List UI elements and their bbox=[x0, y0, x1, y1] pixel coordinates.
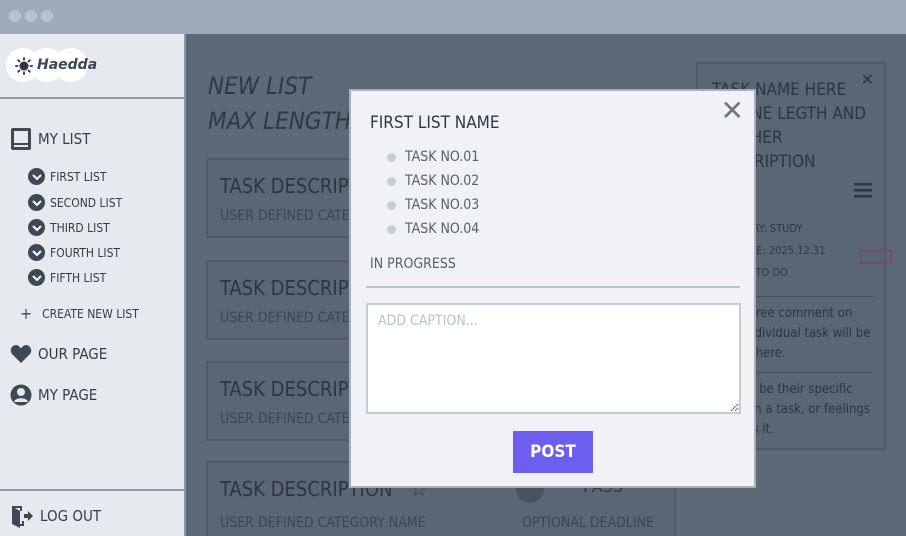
sidebar-item-label: SECOND LIST bbox=[50, 195, 123, 210]
nav-my-list[interactable]: MY LIST bbox=[10, 127, 90, 151]
logout-icon bbox=[12, 506, 33, 528]
caption-input[interactable] bbox=[366, 303, 741, 414]
bullet-icon bbox=[387, 224, 396, 234]
chevron-down-icon bbox=[28, 219, 45, 236]
list-item: TASK NO.02 bbox=[387, 173, 479, 189]
logout-button[interactable]: LOG OUT bbox=[10, 504, 101, 528]
modal-title: FIRST LIST NAME bbox=[370, 113, 500, 133]
chevron-down-icon bbox=[28, 194, 45, 211]
task-label: TASK NO.04 bbox=[405, 221, 480, 237]
sidebar: Haedda MY LIST FIRST LIST SECOND LIST TH… bbox=[0, 34, 186, 536]
user-icon bbox=[10, 384, 32, 406]
list-item: TASK NO.01 bbox=[387, 149, 479, 165]
create-new-list-button[interactable]: + CREATE NEW LIST bbox=[20, 304, 139, 323]
task-label: TASK NO.01 bbox=[405, 149, 480, 165]
create-new-list-label: CREATE NEW LIST bbox=[42, 307, 139, 321]
task-label: TASK NO.03 bbox=[405, 197, 480, 213]
app-logo[interactable]: Haedda bbox=[6, 48, 97, 84]
nav-my-page-label: MY PAGE bbox=[38, 386, 98, 404]
bullet-icon bbox=[387, 152, 396, 162]
list-item: TASK NO.04 bbox=[387, 221, 479, 237]
sidebar-item-label: FIRST LIST bbox=[50, 169, 107, 184]
sidebar-item-fifth-list[interactable]: FIFTH LIST bbox=[28, 269, 106, 286]
status-text: IN PROGRESS bbox=[370, 256, 456, 272]
bullet-icon bbox=[387, 176, 396, 186]
task-card-deadline: OPTIONAL DEADLINE bbox=[522, 515, 654, 531]
task-label: TASK NO.02 bbox=[405, 173, 480, 189]
sidebar-item-fourth-list[interactable]: FOURTH LIST bbox=[28, 244, 120, 261]
close-icon[interactable]: ✕ bbox=[721, 97, 744, 125]
window-close-dot[interactable] bbox=[9, 10, 21, 22]
window-minimize-dot[interactable] bbox=[25, 10, 37, 22]
heart-icon bbox=[10, 345, 32, 363]
menu-icon[interactable] bbox=[854, 182, 872, 198]
window-titlebar bbox=[0, 0, 906, 34]
list-post-modal: ✕ FIRST LIST NAME TASK NO.01 TASK NO.02 … bbox=[349, 89, 756, 488]
sidebar-divider bbox=[0, 97, 186, 99]
list-title-line1: NEW LIST bbox=[208, 72, 312, 100]
sidebar-item-label: THIRD LIST bbox=[50, 220, 110, 235]
list-item: TASK NO.03 bbox=[387, 197, 479, 213]
sidebar-divider bbox=[0, 489, 186, 491]
logo-text: Haedda bbox=[37, 57, 98, 73]
task-card-category: USER DEFINED CATEGORY NAME bbox=[220, 515, 426, 531]
sidebar-item-label: FIFTH LIST bbox=[50, 270, 107, 285]
sidebar-item-first-list[interactable]: FIRST LIST bbox=[28, 168, 106, 185]
list-title-line2: MAX LENGTH bbox=[208, 107, 352, 135]
sun-icon bbox=[15, 57, 33, 75]
sidebar-item-second-list[interactable]: SECOND LIST bbox=[28, 194, 122, 211]
plus-icon: + bbox=[20, 304, 33, 323]
nav-our-page[interactable]: OUR PAGE bbox=[10, 344, 107, 364]
nav-my-list-label: MY LIST bbox=[38, 130, 91, 148]
post-button[interactable]: POST bbox=[513, 431, 593, 473]
bullet-icon bbox=[387, 200, 396, 210]
divider bbox=[366, 286, 740, 288]
window-maximize-dot[interactable] bbox=[41, 10, 53, 22]
nav-my-page[interactable]: MY PAGE bbox=[10, 384, 97, 406]
sidebar-item-label: FOURTH LIST bbox=[50, 245, 121, 260]
book-icon bbox=[11, 128, 31, 150]
chevron-down-icon bbox=[28, 244, 45, 261]
nav-our-page-label: OUR PAGE bbox=[38, 345, 108, 363]
chevron-down-icon bbox=[28, 269, 45, 286]
chevron-down-icon bbox=[28, 168, 45, 185]
logout-label: LOG OUT bbox=[40, 507, 102, 525]
status-tag bbox=[860, 250, 892, 264]
sidebar-item-third-list[interactable]: THIRD LIST bbox=[28, 219, 110, 236]
